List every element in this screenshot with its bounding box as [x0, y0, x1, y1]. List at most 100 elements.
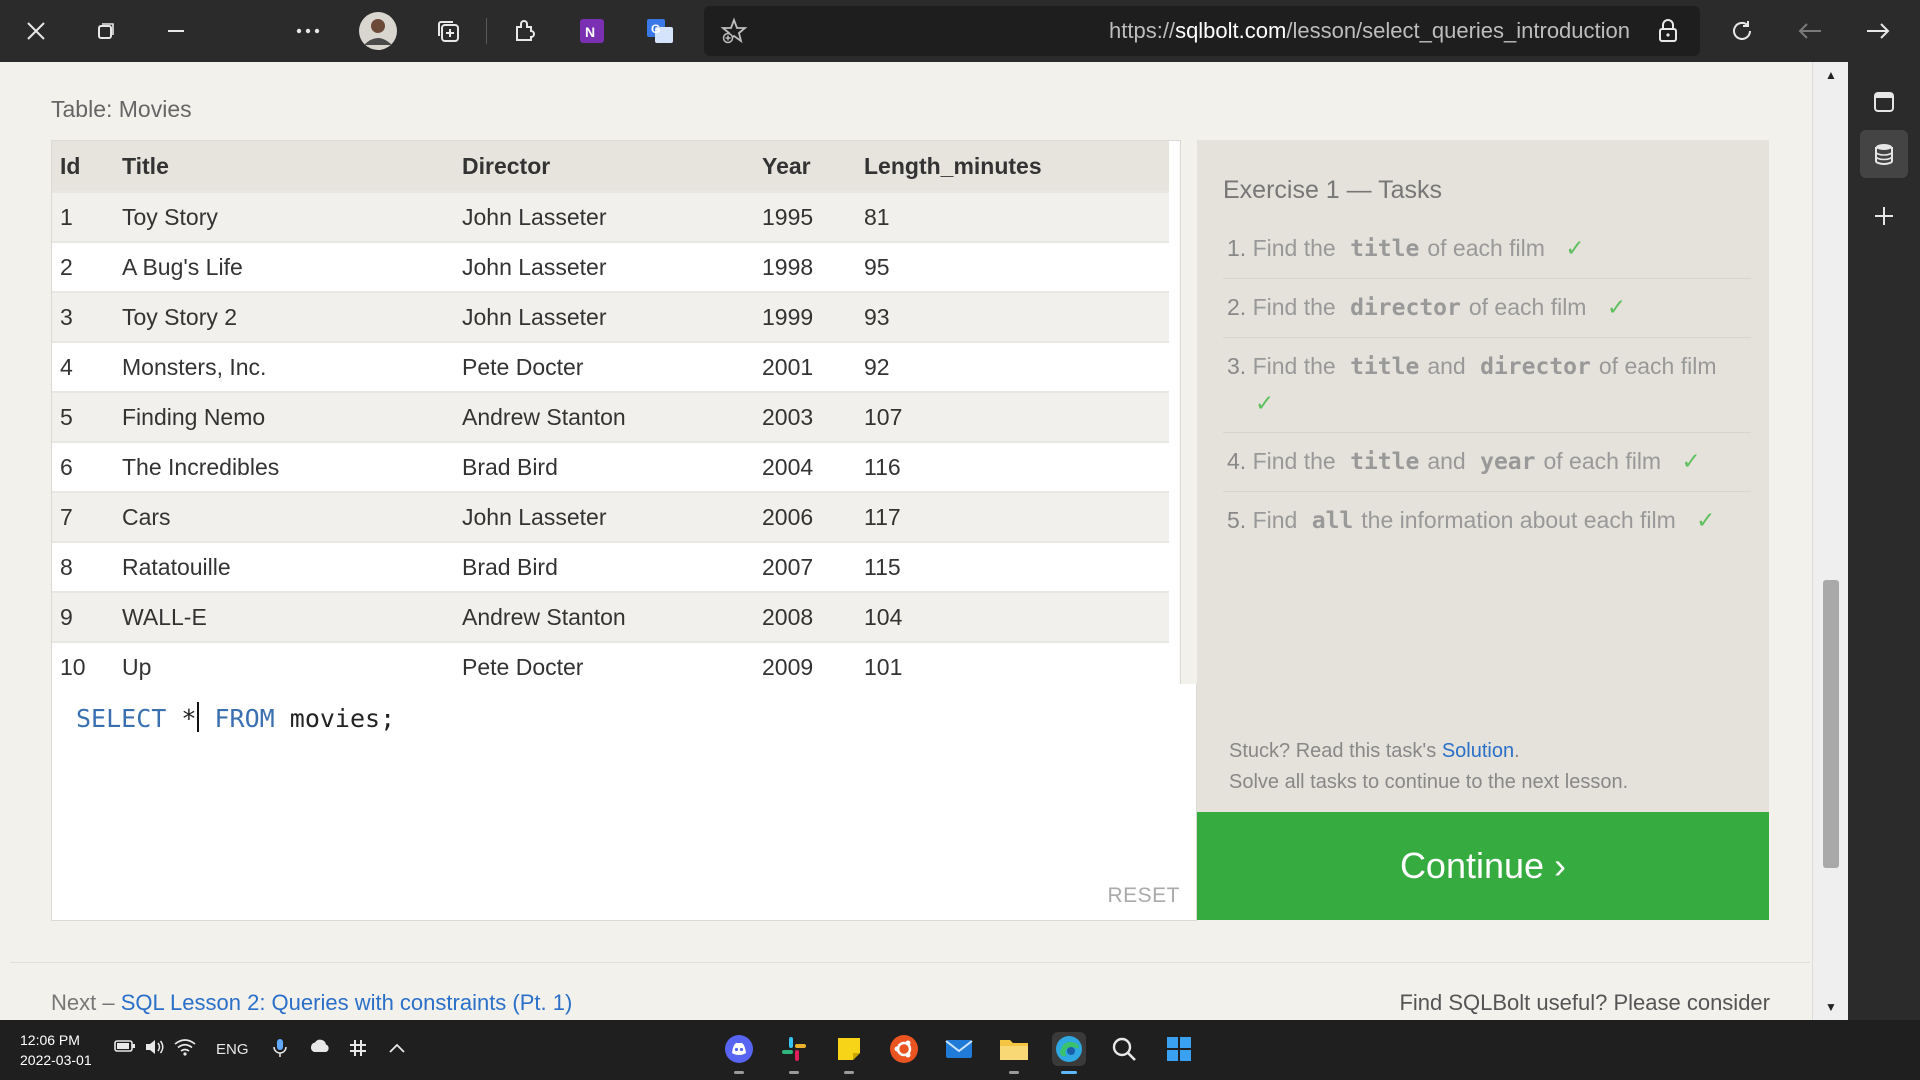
battery-icon[interactable] [114, 1038, 136, 1059]
close-icon[interactable] [8, 0, 64, 62]
cell-id: 4 [52, 341, 122, 392]
cell-director: John Lasseter [462, 491, 762, 542]
page-scroll-up-icon[interactable]: ▲ [1813, 68, 1849, 82]
clock-date: 2022-03-01 [20, 1052, 92, 1068]
address-bar[interactable]: https://sqlbolt.com/lesson/select_querie… [704, 6, 1700, 56]
restore-icon[interactable] [78, 0, 134, 62]
task-item: 4. Find the title and year of each film ✓ [1223, 433, 1751, 492]
continue-button[interactable]: Continue › [1197, 812, 1769, 920]
svg-text:N: N [585, 24, 595, 40]
cell-id: 7 [52, 491, 122, 542]
table-row: 2A Bug's Life John Lasseter 1998 95 [52, 241, 1169, 292]
page-scrollbar-thumb[interactable] [1823, 580, 1839, 868]
back-icon[interactable] [1782, 0, 1838, 62]
input-language[interactable]: ENG [216, 1041, 249, 1058]
onedrive-icon[interactable] [308, 1038, 332, 1059]
lock-icon[interactable] [1640, 0, 1696, 62]
scroll-down-icon[interactable]: ▼ [1179, 667, 1180, 681]
sql-code[interactable]: SELECT * FROM movies; [76, 702, 395, 733]
cell-title: WALL-E [122, 591, 462, 642]
ubuntu-icon[interactable] [887, 1032, 921, 1066]
cell-director: John Lasseter [462, 191, 762, 242]
onenote-icon[interactable]: N [564, 0, 620, 62]
cell-length: 107 [864, 391, 1169, 442]
solution-link[interactable]: Solution [1442, 740, 1514, 762]
profile-avatar[interactable] [350, 0, 406, 62]
cell-length: 117 [864, 491, 1169, 542]
reset-button[interactable]: RESET [1107, 884, 1180, 908]
stuck-hint: Stuck? Read this task's Solution. Solve … [1229, 740, 1629, 793]
cell-year: 2001 [762, 341, 864, 392]
url-text[interactable]: https://sqlbolt.com/lesson/select_querie… [1109, 6, 1630, 56]
cell-title: Toy Story 2 [122, 291, 462, 342]
results-table-panel: Id Title Director Year Length_minutes 1T… [51, 140, 1181, 686]
cell-title: A Bug's Life [122, 241, 462, 292]
check-icon: ✓ [1681, 448, 1701, 474]
slack-tray-icon[interactable] [348, 1038, 368, 1063]
page-scrollbar[interactable]: ▲ ▼ [1812, 62, 1849, 1020]
table-row: 3 Toy Story 2 John Lasseter 1999 93 [52, 291, 1169, 342]
database-icon[interactable] [1860, 130, 1908, 178]
cell-director: Brad Bird [462, 541, 762, 592]
cell-director: John Lasseter [462, 241, 762, 292]
cell-length: 115 [864, 541, 1169, 592]
cell-director: Andrew Stanton [462, 591, 762, 642]
translate-icon[interactable]: G [632, 0, 688, 62]
sql-star: * [181, 704, 197, 733]
task-list: 1. Find the title of each film ✓ 2. Find … [1223, 220, 1751, 550]
cell-length: 92 [864, 341, 1169, 392]
refresh-icon[interactable] [1714, 0, 1770, 62]
system-clock[interactable]: 12:06 PM 2022-03-01 [20, 1030, 92, 1070]
movies-table: Id Title Director Year Length_minutes 1T… [52, 141, 1169, 685]
sql-table-name: movies; [289, 704, 396, 733]
discord-icon[interactable] [722, 1032, 756, 1074]
table-caption: Table: Movies [51, 96, 192, 122]
tab-panel-icon[interactable] [1860, 78, 1908, 126]
cell-director: Brad Bird [462, 441, 762, 492]
start-icon[interactable] [1162, 1032, 1196, 1066]
chevron-up-icon[interactable] [388, 1038, 406, 1059]
sticky-notes-icon[interactable] [832, 1032, 866, 1074]
add-icon[interactable] [1860, 192, 1908, 240]
cell-length: 81 [864, 191, 1169, 242]
cell-title: Up [122, 641, 462, 685]
table-scrollbar[interactable]: ▲ ▼ [1179, 141, 1180, 685]
mail-icon[interactable] [942, 1032, 976, 1066]
cell-year: 1999 [762, 291, 864, 342]
file-explorer-icon[interactable] [997, 1032, 1031, 1074]
clock-time: 12:06 PM [20, 1032, 80, 1048]
forward-icon[interactable] [1850, 0, 1906, 62]
cell-id: 2 [52, 241, 122, 292]
cell-year: 2003 [762, 391, 864, 442]
check-icon: ✓ [1696, 507, 1716, 533]
minimize-icon[interactable] [148, 0, 204, 62]
search-icon[interactable] [1107, 1032, 1141, 1066]
sql-keyword-select: SELECT [76, 704, 167, 733]
cell-title: Cars [122, 491, 462, 542]
cell-id: 9 [52, 591, 122, 642]
scroll-up-icon[interactable]: ▲ [1179, 145, 1180, 159]
extensions-icon[interactable] [497, 0, 553, 62]
more-icon[interactable] [280, 0, 336, 62]
collections-icon[interactable] [420, 0, 476, 62]
cell-director: Andrew Stanton [462, 391, 762, 442]
wifi-icon[interactable] [174, 1038, 196, 1061]
table-row: 1 Toy Story John Lasseter 1995 81 [52, 191, 1169, 242]
table-row: 8 Ratatouille Brad Bird 2007 115 [52, 541, 1169, 592]
slack-icon[interactable] [777, 1032, 811, 1074]
page-scroll-down-icon[interactable]: ▼ [1813, 1000, 1849, 1014]
cell-year: 2006 [762, 491, 864, 542]
check-icon: ✓ [1255, 390, 1275, 416]
microphone-icon[interactable] [272, 1038, 288, 1063]
volume-icon[interactable] [144, 1038, 166, 1061]
edge-icon[interactable] [1052, 1032, 1086, 1074]
check-icon: ✓ [1565, 235, 1585, 261]
cell-year: 1998 [762, 241, 864, 292]
cell-id: 10 [52, 641, 122, 685]
sql-keyword-from: FROM [214, 704, 275, 733]
next-lesson-link[interactable]: SQL Lesson 2: Queries with constraints (… [121, 990, 573, 1015]
sql-editor[interactable]: SELECT * FROM movies; RESET [51, 684, 1197, 921]
favorite-add-icon[interactable] [706, 0, 762, 62]
table-row: 5 Finding Nemo Andrew Stanton 2003 107 [52, 391, 1169, 442]
task-item: 2. Find the director of each film ✓ [1223, 279, 1751, 338]
